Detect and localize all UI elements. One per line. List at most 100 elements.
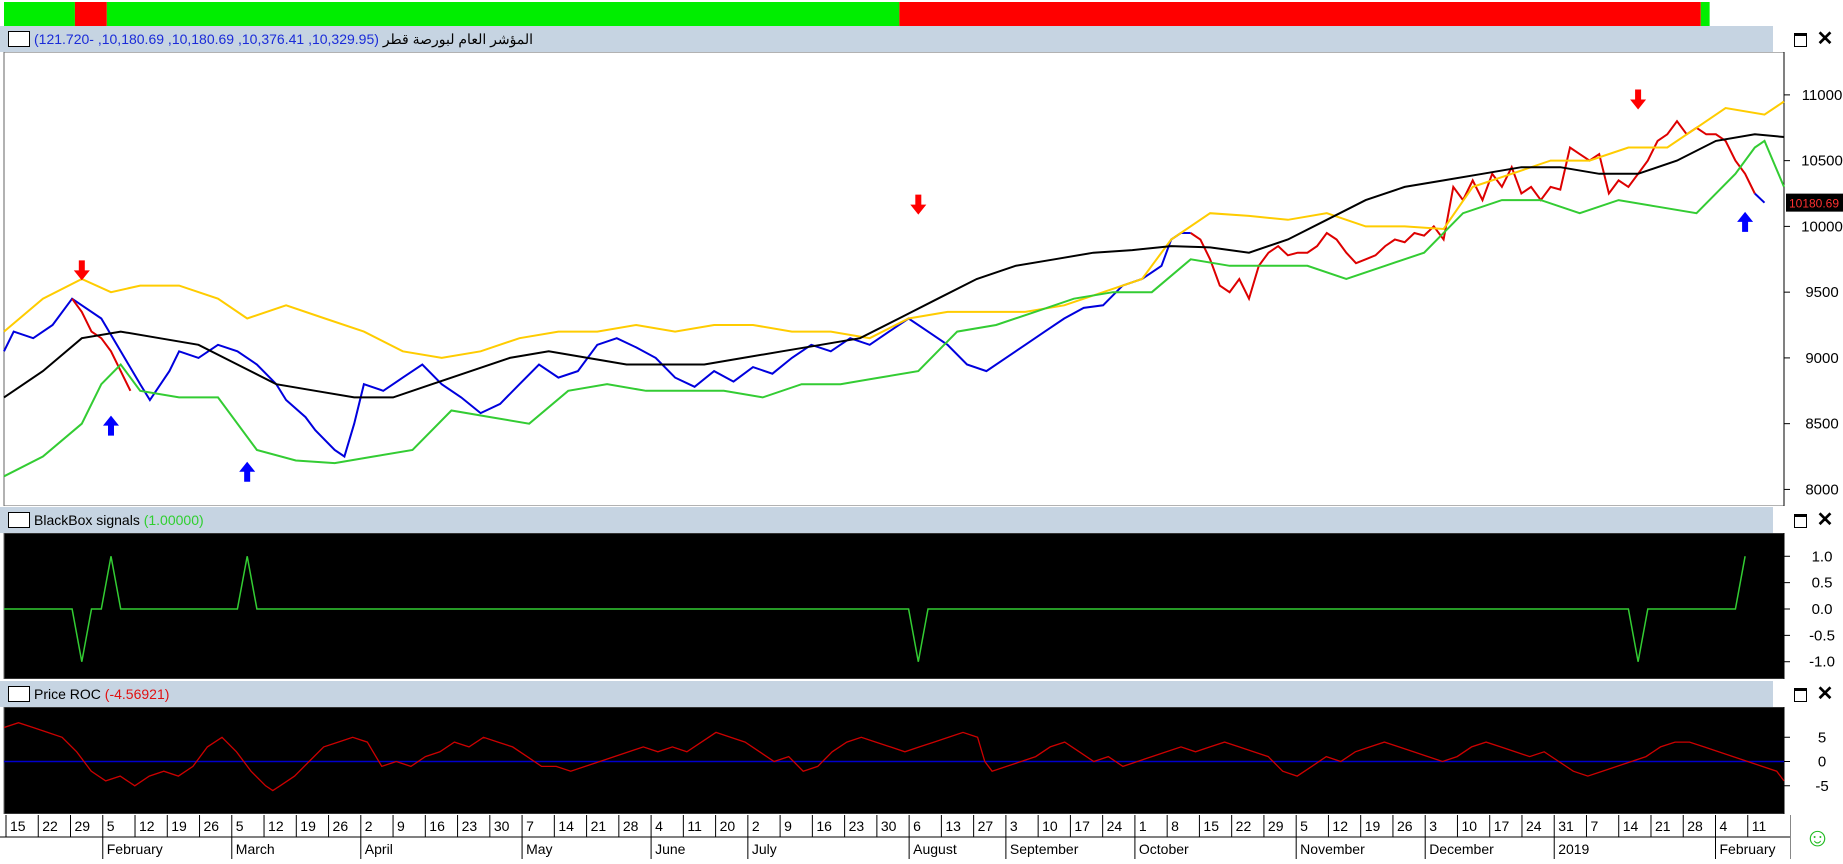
x-day-label: 26 [204,818,220,834]
plot-area [3,706,1785,815]
x-day-label: 29 [75,818,91,834]
x-day-label: 22 [1236,818,1252,834]
signals-panel-header: BlackBox signals (1.00000) ✕ [0,507,1833,533]
x-day-label: 1 [1139,818,1147,834]
x-day-label: 2 [365,818,373,834]
x-day-label: 8 [1171,818,1179,834]
x-day-label: 10 [1461,818,1477,834]
x-month-label: July [752,841,777,857]
x-day-label: 13 [945,818,961,834]
x-day-label: 5 [1300,818,1308,834]
y-tick-label: 9000 [1805,350,1838,367]
x-day-label: 28 [1687,818,1703,834]
panel-menu-icon[interactable] [8,512,30,528]
x-day-label: 11 [687,818,702,834]
x-day-label: 15 [1203,818,1219,834]
x-day-label: 11 [1752,818,1767,834]
y-tick-label: 10000 [1801,218,1843,235]
x-month-label: December [1429,841,1494,857]
x-day-label: 17 [1074,818,1090,834]
smiley-icon: ☺ [1804,822,1831,852]
signal-segment [106,2,900,26]
x-month-label: 2019 [1558,841,1589,857]
x-month-label: May [526,841,552,857]
x-day-label: 19 [1365,818,1381,834]
x-day-label: 14 [1623,818,1639,834]
panel-menu-icon[interactable] [8,31,30,47]
price-panel-header: المؤشر العام لبورصة قطر (10,329.95, 10,3… [0,26,1833,52]
x-day-label: 4 [655,818,663,834]
x-day-label: 2 [752,818,760,834]
smiley-button[interactable]: ☺ [1790,815,1843,859]
x-day-label: 12 [139,818,155,834]
x-day-label: 19 [300,818,316,834]
x-day-label: 23 [849,818,865,834]
x-axis-svg: 15 22 29 5 12 19 26 5 12 19 26 2 9 16 23 30 7 14 21 28 4 11 20… [0,815,1790,859]
y-tick-label: 8000 [1805,481,1838,498]
x-day-label: 26 [333,818,349,834]
x-day-label: 31 [1558,818,1574,834]
roc-panel-title-wrap: Price ROC (-4.56921) [34,681,169,707]
x-day-label: 7 [526,818,534,834]
x-day-label: 14 [558,818,574,834]
x-day-label: 28 [623,818,639,834]
x-day-label: 5 [107,818,115,834]
last-value-label: 10180.69 [1789,197,1839,211]
x-month-label: August [913,841,957,857]
x-day-label: 15 [10,818,26,834]
x-day-label: 7 [1590,818,1598,834]
price-panel-title-wrap: المؤشر العام لبورصة قطر (10,329.95, 10,3… [34,26,533,52]
maximize-icon[interactable] [1791,511,1809,529]
y-tick-label: 0.5 [1812,575,1833,592]
x-axis: 15 22 29 5 12 19 26 5 12 19 26 2 9 16 23 30 7 14 21 28 4 11 20… [0,815,1790,859]
x-day-label: 19 [171,818,187,834]
x-day-label: 21 [591,818,607,834]
x-day-label: 10 [1042,818,1058,834]
signals-panel-value: (1.00000) [143,512,204,528]
price-panel-title: المؤشر العام لبورصة قطر [382,31,534,47]
y-tick-label: 1.0 [1812,548,1833,565]
signals-chart-svg: 1.0 0.5 0.0 -0.5 -1.0 [3,532,1835,680]
x-day-label: 27 [978,818,994,834]
close-icon[interactable]: ✕ [1816,510,1834,530]
y-tick-label: 9500 [1805,284,1838,301]
x-month-label: April [365,841,393,857]
close-icon[interactable]: ✕ [1816,29,1834,49]
x-day-label: 24 [1526,818,1542,834]
x-day-label: 3 [1429,818,1437,834]
maximize-icon[interactable] [1791,685,1809,703]
x-month-label: June [655,841,686,857]
signals-panel-title-wrap: BlackBox signals (1.00000) [34,507,204,533]
x-day-label: 29 [1268,818,1284,834]
signals-panel-title: BlackBox signals [34,512,140,528]
x-day-label: 5 [236,818,244,834]
y-tick-label: 5 [1818,729,1826,746]
signal-bar [0,0,1773,26]
y-tick-label: -0.5 [1809,627,1835,644]
x-day-label: 21 [1655,818,1671,834]
roc-chart-svg: 5 0 -5 [3,706,1829,815]
panel-menu-icon[interactable] [8,686,30,702]
roc-panel-title: Price ROC [34,686,101,702]
signal-segment [74,2,107,26]
x-day-label: 30 [494,818,510,834]
plot-area [3,532,1785,680]
x-month-label: September [1010,841,1079,857]
maximize-icon[interactable] [1791,30,1809,48]
signal-segment [4,2,75,26]
close-icon[interactable]: ✕ [1816,684,1834,704]
plot-area [3,51,1785,507]
signal-bar-svg [4,2,1710,26]
x-month-label: February [1719,841,1775,857]
x-month-label: March [236,841,275,857]
x-month-label: November [1300,841,1365,857]
x-day-label: 24 [1107,818,1123,834]
x-day-label: 6 [913,818,921,834]
x-day-label: 26 [1397,818,1413,834]
x-month-label: February [107,841,163,857]
price-chart: 8000 8500 9000 9500 10000 10500 11000 10180.69 [0,51,1843,507]
roc-panel-value: (-4.56921) [104,686,170,702]
y-tick-label: 0.0 [1812,601,1833,618]
roc-panel-header: Price ROC (-4.56921) ✕ [0,681,1833,707]
x-day-label: 16 [816,818,832,834]
